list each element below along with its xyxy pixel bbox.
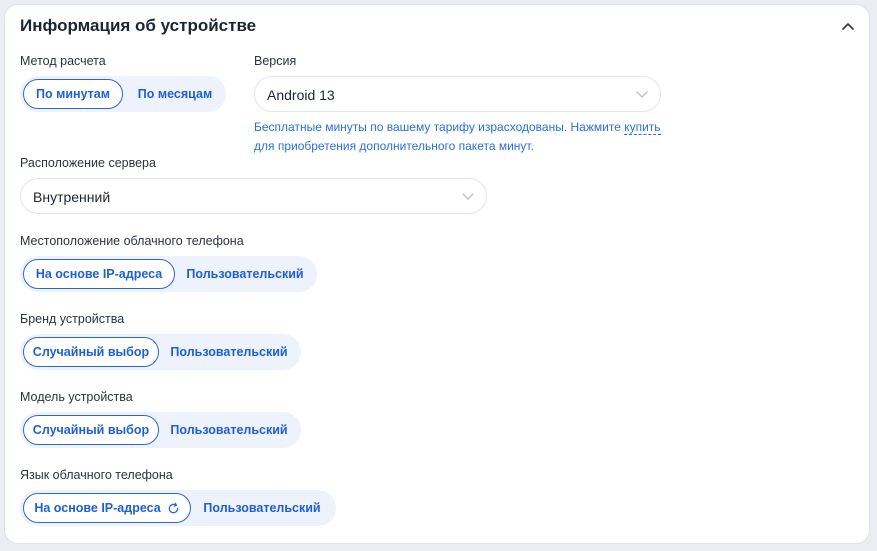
phone-location-option-ip[interactable]: На основе IP-адреса <box>23 259 175 289</box>
billing-option-per-minute[interactable]: По минутам <box>23 79 123 109</box>
brand-option-random[interactable]: Случайный выбор <box>23 337 159 367</box>
minutes-exhausted-notice: Бесплатные минуты по вашему тарифу израс… <box>254 118 674 156</box>
language-segmented-control: На основе IP-адреса Пользовательский <box>20 490 336 526</box>
model-label: Модель устройства <box>20 390 133 404</box>
brand-label: Бренд устройства <box>20 312 125 326</box>
section-title: Информация об устройстве <box>20 16 257 35</box>
billing-segmented-control: По минутам По месяцам <box>20 76 226 112</box>
refresh-icon <box>168 502 179 513</box>
server-location-label: Расположение сервера <box>20 156 156 170</box>
language-option-ip-label: На основе IP-адреса <box>34 501 161 515</box>
phone-location-segmented-control: На основе IP-адреса Пользовательский <box>20 256 317 292</box>
billing-label: Метод расчета <box>20 54 106 68</box>
phone-location-label: Местоположение облачного телефона <box>20 234 244 248</box>
chevron-down-icon <box>462 193 474 200</box>
brand-option-custom[interactable]: Пользовательский <box>162 337 296 367</box>
language-option-custom[interactable]: Пользовательский <box>194 493 330 523</box>
model-option-custom[interactable]: Пользовательский <box>162 415 296 445</box>
notice-text-after: для приобретения дополнительного пакета … <box>254 139 534 153</box>
phone-location-option-custom[interactable]: Пользовательский <box>178 259 312 289</box>
version-select[interactable]: Android 13 <box>254 76 661 112</box>
language-label: Язык облачного телефона <box>20 468 173 482</box>
chevron-up-icon <box>842 23 854 30</box>
version-label: Версия <box>254 54 297 68</box>
server-location-select[interactable]: Внутренний <box>20 178 487 214</box>
model-option-random[interactable]: Случайный выбор <box>23 415 159 445</box>
buy-link[interactable]: купить <box>624 120 661 135</box>
chevron-down-icon <box>636 91 648 98</box>
language-option-ip[interactable]: На основе IP-адреса <box>23 493 191 523</box>
server-location-value: Внутренний <box>33 189 111 205</box>
model-segmented-control: Случайный выбор Пользовательский <box>20 412 301 448</box>
device-info-card: Информация об устройстве Метод расчета П… <box>4 4 870 544</box>
version-value: Android 13 <box>267 87 335 103</box>
collapse-button[interactable] <box>839 17 857 35</box>
billing-option-per-month[interactable]: По месяцам <box>126 79 224 109</box>
notice-text-before: Бесплатные минуты по вашему тарифу израс… <box>254 120 621 134</box>
brand-segmented-control: Случайный выбор Пользовательский <box>20 334 301 370</box>
